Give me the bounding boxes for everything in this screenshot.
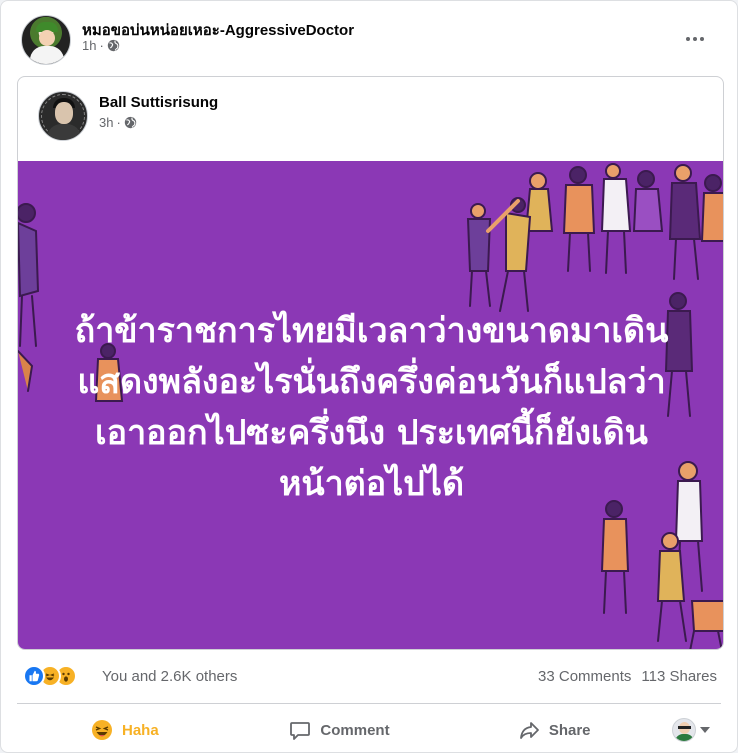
post-as-selector[interactable]	[661, 718, 721, 742]
like-icon	[23, 665, 45, 687]
action-bar: Haha Comment Share	[17, 708, 721, 752]
user-avatar	[672, 718, 697, 742]
post-meta: 1h ·	[82, 38, 120, 53]
post-text-line: ถ้าข้าราชการไทยมีเวลาว่างขนาดมาเดิน	[74, 311, 669, 351]
reactions-summary[interactable]: You and 2.6K others	[102, 668, 237, 685]
chevron-down-icon	[700, 727, 711, 733]
haha-icon	[90, 718, 114, 742]
more-options-button[interactable]	[677, 25, 713, 53]
post-stats: You and 2.6K others 33 Comments 113 Shar…	[17, 661, 721, 691]
shared-post-meta: 3h ·	[99, 115, 137, 130]
share-label: Share	[548, 721, 591, 739]
post-text-line: แสดงพลังอะไรนั่นถึงครึ่งค่อนวันก็แปลว่า	[77, 362, 666, 402]
share-button[interactable]: Share	[446, 712, 661, 748]
post-card: หมอขอบ่นหน่อยเหอะ-AggressiveDoctor 1h · …	[0, 0, 738, 753]
post-text-line: หน้าต่อไปได้	[278, 464, 465, 504]
comment-label: Comment	[320, 721, 390, 739]
shared-post[interactable]: Ball Suttisrisung 3h · ถ้าข้าราชการไทยมี…	[17, 76, 724, 650]
author-name[interactable]: หมอขอบ่นหน่อยเหอะ-AggressiveDoctor	[82, 18, 354, 42]
divider	[17, 703, 721, 704]
comment-icon	[288, 718, 312, 742]
post-time[interactable]: 1h	[82, 38, 96, 53]
globe-icon[interactable]	[107, 39, 120, 52]
reaction-label: Haha	[121, 721, 159, 739]
post-header: หมอขอบ่นหน่อยเหอะ-AggressiveDoctor 1h ·	[17, 13, 721, 65]
post-text-line: เอาออกไปซะครึ่งนึง ประเทศนี้ก็ยังเดิน	[95, 413, 648, 453]
post-text: ถ้าข้าราชการไทยมีเวลาว่างขนาดมาเดิน แสดง…	[18, 306, 723, 510]
comments-count[interactable]: 33 Comments	[538, 668, 631, 685]
more-options-icon	[686, 37, 690, 41]
share-icon	[517, 718, 541, 742]
reaction-icons[interactable]	[23, 665, 77, 687]
meta-separator: ·	[99, 38, 104, 53]
globe-icon[interactable]	[124, 116, 137, 129]
engagement-counts: 33 Comments 113 Shares	[538, 668, 717, 685]
shared-author-avatar[interactable]	[38, 91, 88, 141]
shared-post-time[interactable]: 3h	[99, 115, 113, 130]
reaction-button[interactable]: Haha	[17, 712, 232, 748]
comment-button[interactable]: Comment	[232, 712, 447, 748]
text-post-background: ถ้าข้าราชการไทยมีเวลาว่างขนาดมาเดิน แสดง…	[18, 161, 723, 649]
meta-separator: ·	[116, 115, 121, 130]
author-avatar[interactable]	[21, 15, 71, 65]
shares-count[interactable]: 113 Shares	[641, 668, 717, 685]
shared-author-name[interactable]: Ball Suttisrisung	[99, 94, 218, 111]
